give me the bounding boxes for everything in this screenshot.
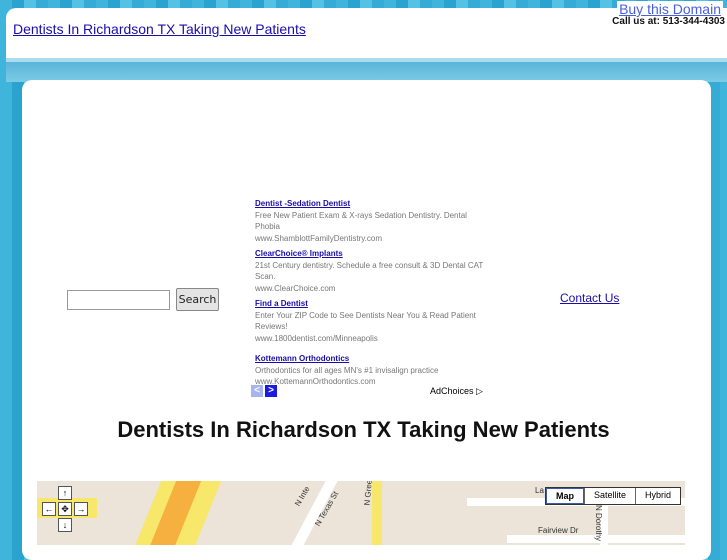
map-type-hybrid[interactable]: Hybrid: [635, 488, 680, 504]
pan-up-icon[interactable]: ↑: [58, 486, 72, 500]
ad-item: Kottemann Orthodontics Orthodontics for a…: [255, 353, 485, 388]
pan-right-icon[interactable]: →: [74, 502, 88, 516]
ad-url: www.ShamblottFamilyDentistry.com: [255, 233, 382, 243]
ad-list: Dentist -Sedation Dentist Free New Patien…: [255, 198, 485, 392]
ad-url: www.1800dentist.com/Minneapolis: [255, 333, 378, 343]
ad-url: www.ClearChoice.com: [255, 283, 336, 293]
map-type-map[interactable]: Map: [546, 488, 584, 504]
ad-item: ClearChoice® Implants 21st Century dentis…: [255, 248, 485, 294]
pan-center-icon[interactable]: ✥: [58, 502, 72, 516]
ad-item: Dentist -Sedation Dentist Free New Patien…: [255, 198, 485, 244]
map-type-control: Map Satellite Hybrid: [545, 487, 682, 505]
buy-domain-link[interactable]: Buy this Domain: [617, 1, 723, 17]
map-label: La: [535, 486, 544, 495]
ad-title-link[interactable]: Find a Dentist: [255, 298, 485, 310]
call-us-text: Call us at: 513-344-4303: [612, 16, 725, 27]
adchoices-link[interactable]: AdChoices ▷: [430, 386, 483, 397]
ad-title-link[interactable]: Kottemann Orthodontics: [255, 353, 485, 365]
pan-down-icon[interactable]: ↓: [58, 518, 72, 532]
ad-pagination: < >: [251, 385, 277, 397]
ad-title-link[interactable]: Dentist -Sedation Dentist: [255, 198, 485, 210]
ad-text: Free New Patient Exam & X-rays Sedation …: [255, 210, 467, 232]
search-button[interactable]: Search: [176, 288, 219, 311]
road: [372, 481, 382, 545]
pan-left-icon[interactable]: ←: [42, 502, 56, 516]
next-arrow-icon[interactable]: >: [265, 385, 277, 397]
map[interactable]: Fairview Dr N Greenville Ave N Texas St …: [37, 481, 685, 545]
ad-item: Find a Dentist Enter Your ZIP Code to See…: [255, 298, 485, 344]
ad-title-link[interactable]: ClearChoice® Implants: [255, 248, 485, 260]
search-input[interactable]: [67, 290, 170, 310]
map-label: N Dorothy: [594, 505, 603, 542]
map-label: Fairview Dr: [538, 526, 579, 535]
contact-us-link[interactable]: Contact Us: [560, 291, 619, 305]
site-title-link[interactable]: Dentists In Richardson TX Taking New Pat…: [13, 21, 306, 37]
map-type-satellite[interactable]: Satellite: [584, 488, 635, 504]
prev-arrow-icon[interactable]: <: [251, 385, 263, 397]
ad-text: Enter Your ZIP Code to See Dentists Near…: [255, 310, 476, 332]
page-heading: Dentists In Richardson TX Taking New Pat…: [117, 417, 610, 442]
header-band: [6, 62, 727, 82]
ad-text: Orthodontics for all ages MN's #1 invisa…: [255, 365, 439, 375]
map-label: N Inte: [293, 484, 312, 508]
ad-text: 21st Century dentistry. Schedule a free …: [255, 260, 484, 282]
